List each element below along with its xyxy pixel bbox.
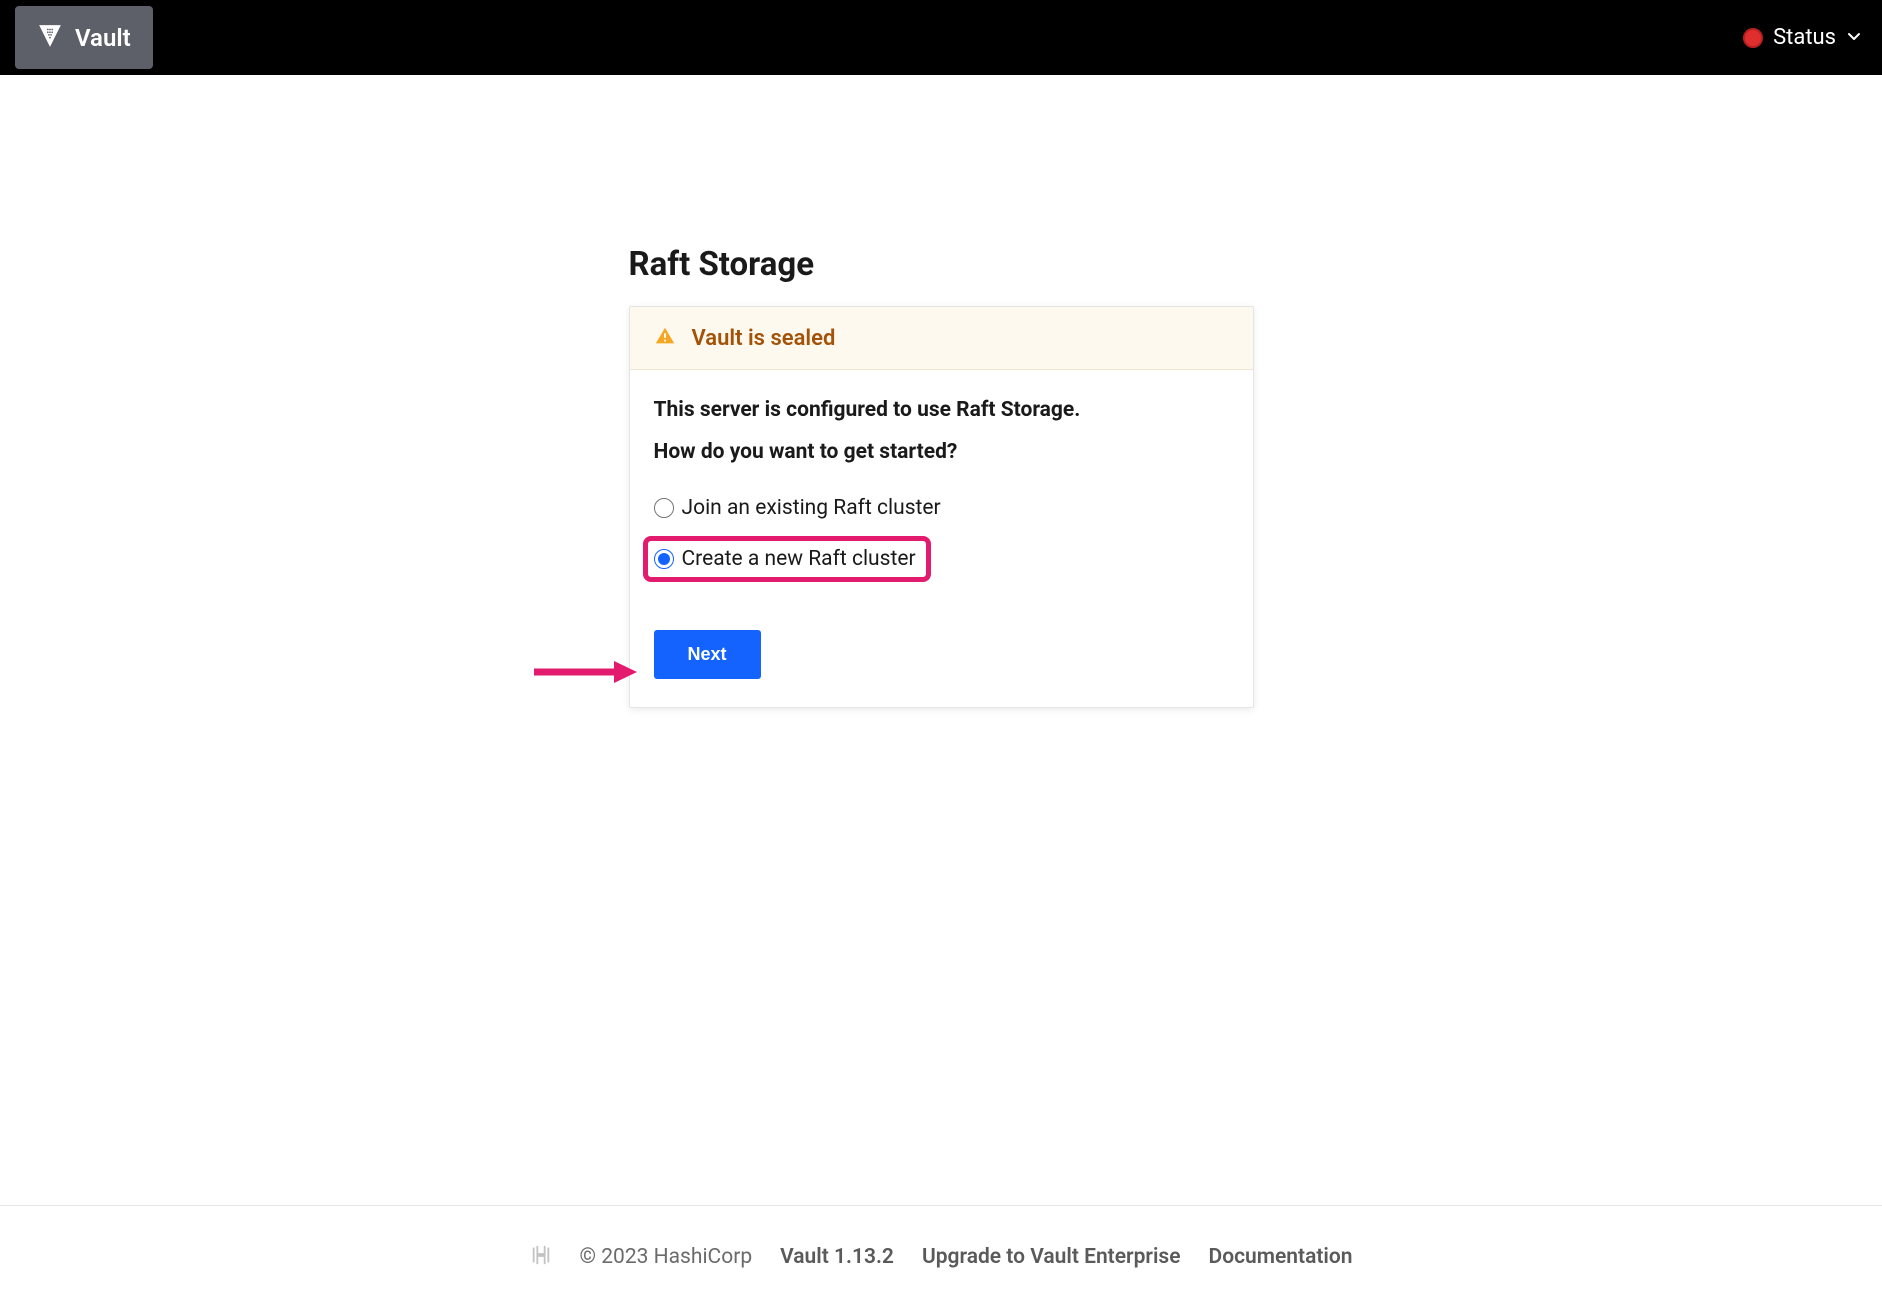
footer-copyright: © 2023 HashiCorp: [580, 1245, 753, 1269]
footer-documentation-link[interactable]: Documentation: [1209, 1245, 1353, 1269]
footer-upgrade-link[interactable]: Upgrade to Vault Enterprise: [922, 1245, 1181, 1269]
card-body: This server is configured to use Raft St…: [630, 370, 1253, 707]
alert-message: Vault is sealed: [692, 326, 836, 351]
radio-option-join[interactable]: Join an existing Raft cluster: [654, 492, 1229, 524]
hashicorp-icon: [530, 1244, 552, 1270]
footer: © 2023 HashiCorp Vault 1.13.2 Upgrade to…: [0, 1205, 1882, 1308]
logo-container[interactable]: Vault: [15, 6, 153, 69]
radio-input-join[interactable]: [654, 498, 674, 518]
description-text: This server is configured to use Raft St…: [654, 398, 1229, 422]
header: Vault Status: [0, 0, 1882, 75]
next-button[interactable]: Next: [654, 630, 761, 679]
page-title: Raft Storage: [629, 245, 1254, 284]
logo-text: Vault: [75, 24, 131, 52]
warning-icon: [654, 325, 676, 351]
radio-label-join[interactable]: Join an existing Raft cluster: [682, 496, 941, 520]
status-indicator-icon: [1743, 28, 1763, 48]
status-label: Status: [1773, 25, 1836, 50]
status-dropdown[interactable]: Status: [1743, 25, 1862, 50]
footer-version: Vault 1.13.2: [780, 1245, 894, 1269]
radio-group: Join an existing Raft cluster Create a n…: [654, 492, 1229, 582]
question-text: How do you want to get started?: [654, 440, 1229, 464]
vault-logo-icon: [37, 23, 63, 53]
radio-input-create[interactable]: [654, 549, 674, 569]
setup-card: Vault is sealed This server is configure…: [629, 306, 1254, 708]
main-content: Raft Storage Vault is sealed This server…: [0, 75, 1882, 708]
card-wrapper: Raft Storage Vault is sealed This server…: [629, 245, 1254, 708]
radio-option-create[interactable]: Create a new Raft cluster: [643, 536, 931, 582]
alert-banner: Vault is sealed: [630, 307, 1253, 370]
chevron-down-icon: [1846, 28, 1862, 48]
radio-label-create[interactable]: Create a new Raft cluster: [682, 547, 916, 571]
